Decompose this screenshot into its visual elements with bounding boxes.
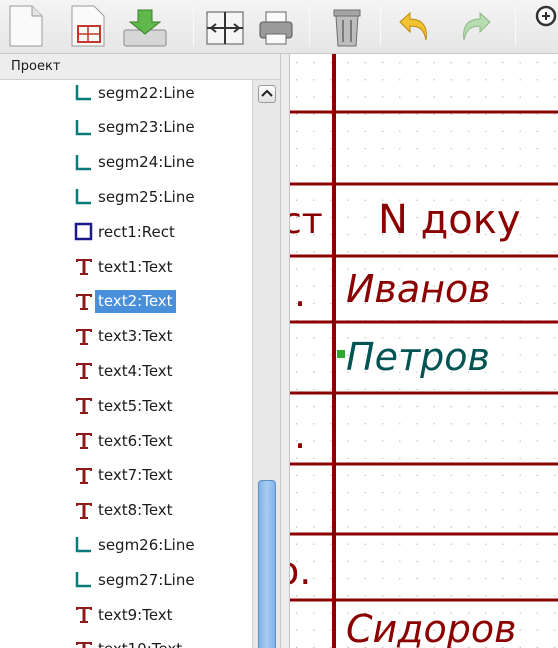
tree-item-label: text7:Text [98,466,173,485]
tree-item-label: segm24:Line [98,153,195,172]
rect-icon [73,221,95,243]
text-icon [73,291,95,313]
row1-text[interactable]: Иванов [346,270,491,308]
line-icon [73,117,95,139]
chevron-up-icon [261,89,273,97]
tree-item-label: segm27:Line [98,570,195,589]
delete-icon[interactable] [330,6,364,48]
panel-splitter[interactable] [280,54,290,648]
line-icon [73,152,95,174]
tree-item-label: segm22:Line [98,83,195,102]
tree-item-label: rect1:Rect [98,222,175,241]
tree-item[interactable]: segm25:Line [73,184,198,210]
scroll-up-button[interactable] [258,85,276,103]
text-icon [73,256,95,278]
line-icon [73,534,95,556]
header-fragment-text[interactable]: ст [290,204,323,240]
tree-item-label: segm23:Line [98,118,195,137]
text-icon [73,639,95,648]
selection-anchor-marker[interactable] [337,350,345,358]
tree-item[interactable]: segm24:Line [73,150,198,176]
row5-text[interactable]: Сидоров [346,610,517,648]
scrollbar-thumb[interactable] [258,480,276,648]
row2-text-selected[interactable]: Петров [346,338,490,376]
tree-item[interactable]: text3:Text [73,324,176,350]
drawing-canvas[interactable]: ст N доку . Иванов Петров . о. Сидоров [290,54,558,648]
row1-fragment-text[interactable]: . [294,274,306,312]
tree-item[interactable]: text5:Text [73,393,176,419]
line-icon [73,186,95,208]
tree-item[interactable]: text7:Text [73,463,176,489]
tree-item-label: text3:Text [98,327,173,346]
tree-item-label: text4:Text [98,361,173,380]
tree-item-label: text10:Text [95,638,185,648]
tree-item[interactable]: text4:Text [73,358,176,384]
tree-item[interactable]: segm22:Line [73,80,198,106]
tree-item[interactable]: text9:Text [73,602,176,628]
text-icon [73,326,95,348]
tree-item[interactable]: text8:Text [73,498,176,524]
text-icon [73,500,95,522]
grid-fit-icon[interactable] [203,8,247,48]
tree-scrollbar[interactable] [252,80,280,648]
row3-fragment-text[interactable]: . [294,416,306,454]
tree-item[interactable]: rect1:Rect [73,219,178,245]
print-icon[interactable] [256,8,296,48]
header-text[interactable]: N доку [378,200,521,240]
tree-item[interactable]: segm23:Line [73,115,198,141]
new-sheet-icon[interactable] [68,4,108,48]
tree-item[interactable]: segm27:Line [73,567,198,593]
project-tree[interactable]: segm22:Line segm23:Line segm24:Line segm25:… [0,80,252,648]
text-icon [73,395,95,417]
line-icon [73,82,95,104]
tree-item[interactable]: text1:Text [73,254,176,280]
text-icon [73,430,95,452]
tree-item-label: text9:Text [98,605,173,624]
tree-item-label: text6:Text [98,431,173,450]
tree-item[interactable]: text2:Text [73,289,176,315]
project-panel-title: Проект [0,54,280,80]
tree-item-label: text8:Text [98,501,173,520]
tree-item-label: text5:Text [98,396,173,415]
tree-item-label: segm25:Line [98,187,195,206]
tree-item[interactable]: segm26:Line [73,532,198,558]
tree-item-label: text1:Text [98,257,173,276]
text-icon [73,360,95,382]
text-icon [73,604,95,626]
tree-item-label: segm26:Line [98,535,195,554]
line-icon [73,569,95,591]
tree-item[interactable]: text6:Text [73,428,176,454]
undo-icon[interactable] [394,10,434,46]
tree-item-label: text2:Text [95,290,176,314]
zoom-in-icon[interactable] [532,4,558,34]
new-file-icon[interactable] [6,4,46,48]
row4-fragment-text[interactable]: о. [290,552,311,590]
main-toolbar [0,0,558,54]
load-icon[interactable] [120,4,170,48]
tree-item[interactable]: text10:Text [73,637,185,648]
text-icon [73,465,95,487]
redo-icon[interactable] [456,10,496,46]
